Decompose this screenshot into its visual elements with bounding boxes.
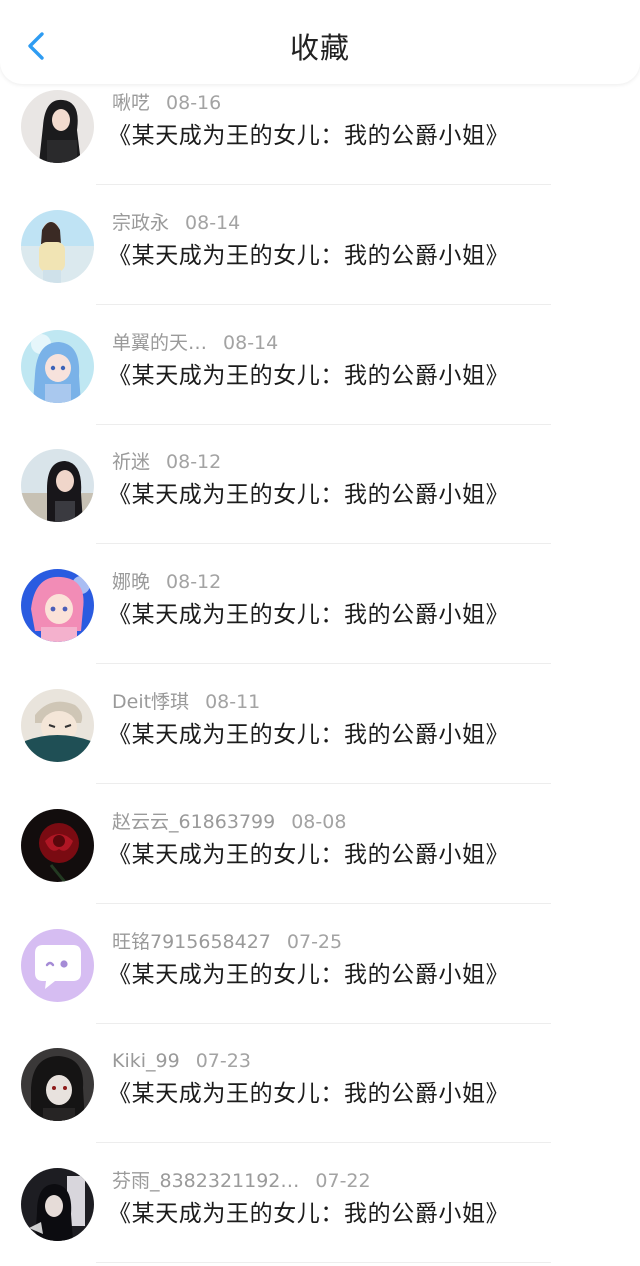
username[interactable]: 赵云云_61863799 [112,811,275,833]
username[interactable]: 娜晚 [112,571,150,593]
item-meta: 宗政永 08-14 [112,210,240,236]
item-date: 08-11 [205,691,261,713]
row-divider [96,304,551,305]
list-item[interactable]: 娜晚 08-12 《某天成为王的女儿：我的公爵小姐》 [0,569,640,689]
top-bar: 收藏 [0,0,640,84]
username[interactable]: 啾呓 [112,92,150,114]
avatar[interactable] [21,689,94,762]
photo-dark-portrait-icon [21,1168,94,1241]
item-title: 《某天成为王的女儿：我的公爵小姐》 [108,1201,510,1227]
list-item[interactable]: 旺铭7915658427 07-25 《某天成为王的女儿：我的公爵小姐》 [0,929,640,1049]
item-date: 07-25 [286,931,343,953]
list-item[interactable]: 芬雨_8382321192… 07-22 《某天成为王的女儿：我的公爵小姐》 [0,1168,640,1266]
avatar[interactable] [21,1168,94,1241]
anime-dark-boy-icon [21,1048,94,1121]
item-title: 《某天成为王的女儿：我的公爵小姐》 [108,123,510,149]
row-divider [96,783,551,784]
page-title: 收藏 [289,31,350,65]
avatar[interactable] [21,1048,94,1121]
anime-pink-hair-icon [21,569,94,642]
item-meta: 芬雨_8382321192… 07-22 [112,1168,371,1194]
item-meta: 单翼的天… 08-14 [112,330,278,356]
anime-scarf-boy-icon [21,689,94,762]
row-divider [96,184,551,185]
username[interactable]: 旺铭7915658427 [112,931,271,953]
item-meta: Deit悸琪 08-11 [112,689,260,715]
list-item[interactable]: 祈迷 08-12 《某天成为王的女儿：我的公爵小姐》 [0,449,640,569]
item-meta: 旺铭7915658427 07-25 [112,929,342,955]
item-meta: 赵云云_61863799 08-08 [112,809,346,835]
item-title: 《某天成为王的女儿：我的公爵小姐》 [108,1081,510,1107]
item-title: 《某天成为王的女儿：我的公爵小姐》 [108,602,510,628]
row-divider [96,903,551,904]
item-date: 08-14 [223,332,279,354]
item-title: 《某天成为王的女儿：我的公爵小姐》 [108,722,510,748]
row-divider [96,1142,551,1143]
list-item[interactable]: Kiki_99 07-23 《某天成为王的女儿：我的公爵小姐》 [0,1048,640,1168]
item-meta: Kiki_99 07-23 [112,1048,251,1074]
photo-girl-seaside-icon [21,449,94,522]
row-divider [96,543,551,544]
row-divider [96,1262,551,1263]
username[interactable]: 宗政永 [112,212,169,234]
item-date: 08-16 [166,92,222,114]
row-divider [96,1023,551,1024]
list-item[interactable]: 啾呓 08-16 《某天成为王的女儿：我的公爵小姐》 [0,90,640,210]
item-meta: 啾呓 08-16 [112,90,221,116]
item-date: 08-12 [166,571,222,593]
username[interactable]: 祈迷 [112,451,150,473]
item-meta: 祈迷 08-12 [112,449,221,475]
username[interactable]: 芬雨_8382321192… [112,1170,299,1192]
item-date: 07-22 [315,1170,371,1192]
item-title: 《某天成为王的女儿：我的公爵小姐》 [108,962,510,988]
row-divider [96,663,551,664]
photo-girl-dark-hair-icon [21,90,94,163]
avatar[interactable] [21,449,94,522]
avatar[interactable] [21,90,94,163]
item-title: 《某天成为王的女儿：我的公爵小姐》 [108,842,510,868]
anime-blue-hair-icon [21,330,94,403]
item-date: 08-14 [185,212,241,234]
item-date: 07-23 [195,1050,251,1072]
item-meta: 娜晚 08-12 [112,569,221,595]
photo-girl-beach-icon [21,210,94,283]
username[interactable]: Deit悸琪 [112,691,189,713]
username[interactable]: 单翼的天… [112,332,207,354]
row-divider [96,424,551,425]
avatar[interactable] [21,929,94,1002]
avatar[interactable] [21,569,94,642]
list-item[interactable]: Deit悸琪 08-11 《某天成为王的女儿：我的公爵小姐》 [0,689,640,809]
item-title: 《某天成为王的女儿：我的公爵小姐》 [108,243,510,269]
avatar[interactable] [21,210,94,283]
avatar[interactable] [21,809,94,882]
avatar[interactable] [21,330,94,403]
list-item[interactable]: 宗政永 08-14 《某天成为王的女儿：我的公爵小姐》 [0,210,640,330]
chat-bubble-default-icon [21,929,94,1002]
list-item[interactable]: 赵云云_61863799 08-08 《某天成为王的女儿：我的公爵小姐》 [0,809,640,929]
item-title: 《某天成为王的女儿：我的公爵小姐》 [108,363,510,389]
item-date: 08-12 [166,451,222,473]
item-date: 08-08 [291,811,347,833]
list-item[interactable]: 单翼的天… 08-14 《某天成为王的女儿：我的公爵小姐》 [0,330,640,450]
username[interactable]: Kiki_99 [112,1050,180,1072]
item-title: 《某天成为王的女儿：我的公爵小姐》 [108,482,510,508]
red-rose-icon [21,809,94,882]
